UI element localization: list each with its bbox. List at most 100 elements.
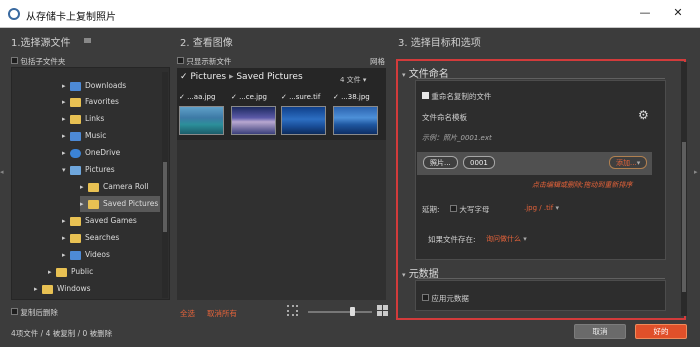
folder-icon [70, 216, 81, 226]
file-count[interactable]: 4 文件 ▾ [340, 75, 366, 85]
tree-item-public[interactable]: ▸ Public [48, 264, 93, 280]
check-icon: ✓ [231, 93, 237, 101]
check-icon: ✓ [281, 93, 287, 101]
if-exists-dropdown[interactable]: 询问做什么 ▾ [486, 234, 527, 244]
chevron-down-icon: ▾ [555, 204, 559, 212]
small-grid-icon[interactable] [287, 305, 298, 316]
uppercase-checkbox[interactable]: 大写字母 [450, 204, 489, 215]
tree-item-camera-roll[interactable]: ▸ Camera Roll [80, 179, 148, 195]
tree-item-onedrive[interactable]: ▸ OneDrive [62, 145, 120, 161]
close-button[interactable]: ✕ [668, 4, 688, 22]
ok-button[interactable]: 好的 [635, 324, 687, 339]
cloud-icon [70, 148, 81, 158]
music-folder-icon [70, 131, 81, 141]
file-name-row: ✓ ...sure.tif [281, 93, 320, 101]
thumbnail-image[interactable] [179, 106, 224, 135]
check-icon: ✓ [179, 93, 185, 101]
apply-metadata-checkbox[interactable]: 应用元数据 [422, 293, 469, 304]
scroll-thumb[interactable] [163, 162, 167, 232]
chevron-down-icon: ▾ [523, 235, 527, 243]
breadcrumb-current[interactable]: Saved Pictures [236, 72, 302, 82]
file-label: ...ce.jpg [239, 93, 267, 101]
file-name-row: ✓ ...aa.jpg [179, 93, 215, 101]
extension-dropdown[interactable]: .jpg / .tif ▾ [524, 204, 559, 212]
favorites-folder-icon [70, 97, 81, 107]
file-name-row: ✓ ...ce.jpg [231, 93, 267, 101]
select-all-link[interactable]: 全选 [180, 308, 195, 319]
checkbox-icon[interactable] [11, 308, 18, 315]
minimize-button[interactable]: — [635, 4, 655, 22]
tree-item-saved-pictures[interactable]: ▸ Saved Pictures [80, 196, 160, 212]
add-token-button[interactable]: 添加...▾ [609, 156, 648, 169]
tree-item-links[interactable]: ▸ Links [62, 111, 104, 127]
thumbnail-image[interactable] [281, 106, 326, 135]
grid-label[interactable]: 网格 [370, 56, 385, 67]
tree-scrollbar[interactable] [162, 72, 168, 298]
title-bar: 从存储卡上复制照片 — ✕ [0, 0, 700, 28]
tree-item-downloads[interactable]: ▸ Downloads [62, 78, 126, 94]
tree-item-favorites[interactable]: ▸ Favorites [62, 94, 119, 110]
folder-icon [56, 267, 67, 277]
only-new-files-checkbox[interactable]: 只显示新文件 [177, 56, 231, 67]
chevron-down-icon: ▾ [402, 71, 406, 79]
chevron-down-icon: ▾ [402, 271, 406, 279]
large-grid-icon[interactable] [377, 305, 388, 316]
tree-item-saved-games[interactable]: ▸ Saved Games [62, 213, 137, 229]
checkbox-checked-icon[interactable] [422, 92, 429, 99]
breadcrumb-root[interactable]: Pictures [190, 72, 226, 82]
target-heading: 3. 选择目标和选项 [398, 38, 481, 49]
if-exists-label: 如果文件存在: [428, 235, 476, 244]
token-pill-number[interactable]: 0001 [463, 156, 495, 169]
tree-item-pictures[interactable]: ▾ Pictures [62, 162, 115, 178]
options-scrollbar[interactable] [681, 62, 687, 316]
zoom-slider-handle[interactable] [350, 307, 355, 316]
checkbox-icon[interactable] [177, 57, 184, 64]
search-folder-icon [70, 233, 81, 243]
tree-item-videos[interactable]: ▸ Videos [62, 247, 110, 263]
delete-after-copy-checkbox[interactable]: 复制后删除 [11, 307, 58, 318]
cancel-button[interactable]: 取消 [574, 324, 626, 339]
source-heading: 1.选择源文件 [11, 38, 71, 49]
file-label: ...sure.tif [289, 93, 321, 101]
thumbnail-image[interactable] [333, 106, 378, 135]
divider [417, 278, 665, 279]
folder-icon [42, 284, 53, 294]
zoom-slider[interactable] [308, 307, 372, 316]
checkbox-icon[interactable] [450, 205, 457, 212]
chevron-down-icon: ▾ [636, 159, 641, 167]
extension-label: 延期: [422, 205, 440, 214]
checkbox-icon[interactable] [11, 57, 18, 64]
metadata-box: 应用元数据 [415, 280, 666, 311]
pictures-folder-icon [70, 165, 81, 175]
gear-icon[interactable]: ⚙ [638, 108, 649, 122]
example-text: 示例：照片_0001.ext [422, 134, 492, 142]
left-collapse-icon[interactable]: ◂ [0, 168, 6, 182]
check-icon: ✓ [333, 93, 339, 101]
view-heading: 2. 查看图像 [180, 38, 233, 49]
file-label: ...38.jpg [341, 93, 370, 101]
folder-icon [88, 182, 99, 192]
tree-item-searches[interactable]: ▸ Searches [62, 230, 119, 246]
checkbox-icon[interactable] [422, 294, 429, 301]
thumbnail-image[interactable] [231, 106, 276, 135]
downloads-folder-icon [70, 81, 81, 91]
scroll-thumb[interactable] [682, 142, 686, 292]
file-name-row: ✓ ...38.jpg [333, 93, 370, 101]
rename-copied-checkbox[interactable]: 重命名复制的文件 [422, 91, 491, 102]
divider [417, 78, 665, 79]
folder-icon [88, 199, 99, 209]
token-pill-photo[interactable]: 照片... [423, 156, 458, 169]
right-collapse-icon[interactable]: ▸ [694, 168, 700, 182]
videos-folder-icon [70, 250, 81, 260]
include-subfolders-checkbox[interactable]: 包括子文件夹 [11, 56, 65, 67]
tree-item-music[interactable]: ▸ Music [62, 128, 106, 144]
tree-item-windows[interactable]: ▸ Windows [34, 281, 90, 297]
template-label: 文件命名模板 [422, 113, 467, 122]
source-menu-icon[interactable] [84, 38, 91, 43]
token-bar[interactable]: 照片... 0001 添加...▾ [417, 152, 652, 175]
links-folder-icon [70, 114, 81, 124]
sort-icon: ▾ [362, 76, 367, 84]
window-title: 从存储卡上复制照片 [26, 12, 116, 23]
thumbnail-panel: ✓ Pictures ▸ Saved Pictures 4 文件 ▾ ✓ ...… [177, 68, 386, 140]
deselect-all-link[interactable]: 取消所有 [207, 308, 237, 319]
